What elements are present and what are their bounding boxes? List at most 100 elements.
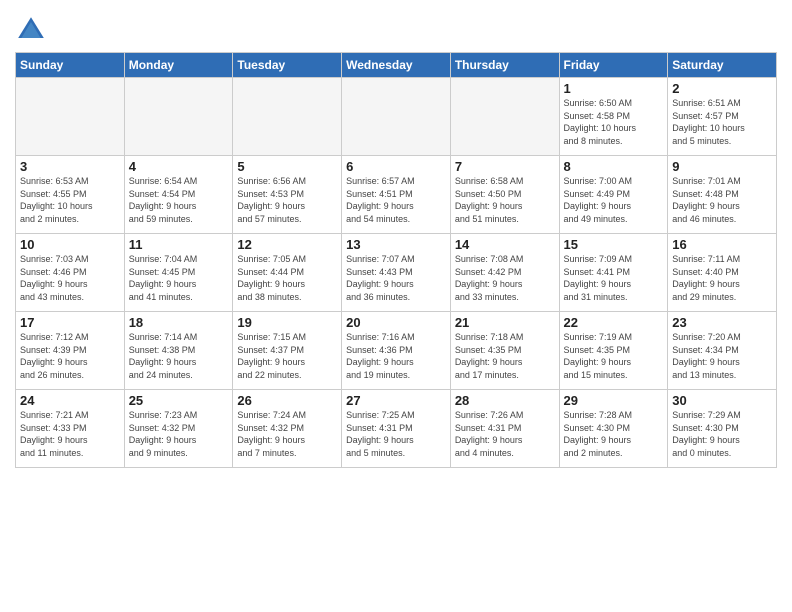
calendar-cell: [342, 78, 451, 156]
day-number: 23: [672, 315, 772, 330]
calendar-cell: 8Sunrise: 7:00 AM Sunset: 4:49 PM Daylig…: [559, 156, 668, 234]
calendar-cell: 27Sunrise: 7:25 AM Sunset: 4:31 PM Dayli…: [342, 390, 451, 468]
day-info: Sunrise: 7:01 AM Sunset: 4:48 PM Dayligh…: [672, 175, 772, 225]
calendar-cell: [233, 78, 342, 156]
calendar-cell: 23Sunrise: 7:20 AM Sunset: 4:34 PM Dayli…: [668, 312, 777, 390]
day-number: 18: [129, 315, 229, 330]
day-number: 4: [129, 159, 229, 174]
calendar-header-saturday: Saturday: [668, 53, 777, 78]
calendar-cell: 20Sunrise: 7:16 AM Sunset: 4:36 PM Dayli…: [342, 312, 451, 390]
calendar-cell: 22Sunrise: 7:19 AM Sunset: 4:35 PM Dayli…: [559, 312, 668, 390]
calendar-header-row: SundayMondayTuesdayWednesdayThursdayFrid…: [16, 53, 777, 78]
day-number: 29: [564, 393, 664, 408]
day-number: 15: [564, 237, 664, 252]
day-info: Sunrise: 7:07 AM Sunset: 4:43 PM Dayligh…: [346, 253, 446, 303]
day-info: Sunrise: 7:21 AM Sunset: 4:33 PM Dayligh…: [20, 409, 120, 459]
day-number: 8: [564, 159, 664, 174]
day-info: Sunrise: 7:20 AM Sunset: 4:34 PM Dayligh…: [672, 331, 772, 381]
calendar-week-1: 3Sunrise: 6:53 AM Sunset: 4:55 PM Daylig…: [16, 156, 777, 234]
calendar-cell: [16, 78, 125, 156]
calendar-cell: 13Sunrise: 7:07 AM Sunset: 4:43 PM Dayli…: [342, 234, 451, 312]
day-number: 20: [346, 315, 446, 330]
calendar-cell: 18Sunrise: 7:14 AM Sunset: 4:38 PM Dayli…: [124, 312, 233, 390]
day-number: 1: [564, 81, 664, 96]
calendar-cell: [450, 78, 559, 156]
day-info: Sunrise: 7:00 AM Sunset: 4:49 PM Dayligh…: [564, 175, 664, 225]
calendar-cell: 28Sunrise: 7:26 AM Sunset: 4:31 PM Dayli…: [450, 390, 559, 468]
day-number: 6: [346, 159, 446, 174]
day-info: Sunrise: 7:28 AM Sunset: 4:30 PM Dayligh…: [564, 409, 664, 459]
day-number: 10: [20, 237, 120, 252]
day-number: 3: [20, 159, 120, 174]
day-info: Sunrise: 7:04 AM Sunset: 4:45 PM Dayligh…: [129, 253, 229, 303]
calendar-cell: 12Sunrise: 7:05 AM Sunset: 4:44 PM Dayli…: [233, 234, 342, 312]
calendar-cell: 16Sunrise: 7:11 AM Sunset: 4:40 PM Dayli…: [668, 234, 777, 312]
day-number: 11: [129, 237, 229, 252]
calendar-cell: 26Sunrise: 7:24 AM Sunset: 4:32 PM Dayli…: [233, 390, 342, 468]
day-number: 21: [455, 315, 555, 330]
calendar-cell: 10Sunrise: 7:03 AM Sunset: 4:46 PM Dayli…: [16, 234, 125, 312]
day-number: 16: [672, 237, 772, 252]
calendar-header-tuesday: Tuesday: [233, 53, 342, 78]
calendar-cell: 9Sunrise: 7:01 AM Sunset: 4:48 PM Daylig…: [668, 156, 777, 234]
day-info: Sunrise: 7:15 AM Sunset: 4:37 PM Dayligh…: [237, 331, 337, 381]
day-info: Sunrise: 7:05 AM Sunset: 4:44 PM Dayligh…: [237, 253, 337, 303]
day-number: 28: [455, 393, 555, 408]
day-number: 22: [564, 315, 664, 330]
calendar-week-2: 10Sunrise: 7:03 AM Sunset: 4:46 PM Dayli…: [16, 234, 777, 312]
day-info: Sunrise: 7:16 AM Sunset: 4:36 PM Dayligh…: [346, 331, 446, 381]
calendar-header-monday: Monday: [124, 53, 233, 78]
day-number: 24: [20, 393, 120, 408]
day-info: Sunrise: 7:25 AM Sunset: 4:31 PM Dayligh…: [346, 409, 446, 459]
day-info: Sunrise: 7:12 AM Sunset: 4:39 PM Dayligh…: [20, 331, 120, 381]
day-number: 14: [455, 237, 555, 252]
day-number: 27: [346, 393, 446, 408]
day-number: 26: [237, 393, 337, 408]
day-info: Sunrise: 7:19 AM Sunset: 4:35 PM Dayligh…: [564, 331, 664, 381]
day-info: Sunrise: 7:24 AM Sunset: 4:32 PM Dayligh…: [237, 409, 337, 459]
calendar-header-friday: Friday: [559, 53, 668, 78]
calendar-week-0: 1Sunrise: 6:50 AM Sunset: 4:58 PM Daylig…: [16, 78, 777, 156]
day-info: Sunrise: 7:29 AM Sunset: 4:30 PM Dayligh…: [672, 409, 772, 459]
day-info: Sunrise: 6:51 AM Sunset: 4:57 PM Dayligh…: [672, 97, 772, 147]
calendar-cell: 7Sunrise: 6:58 AM Sunset: 4:50 PM Daylig…: [450, 156, 559, 234]
calendar-header-wednesday: Wednesday: [342, 53, 451, 78]
calendar-cell: 24Sunrise: 7:21 AM Sunset: 4:33 PM Dayli…: [16, 390, 125, 468]
calendar-header-sunday: Sunday: [16, 53, 125, 78]
header: [15, 10, 777, 46]
calendar-cell: [124, 78, 233, 156]
day-info: Sunrise: 7:23 AM Sunset: 4:32 PM Dayligh…: [129, 409, 229, 459]
day-number: 30: [672, 393, 772, 408]
day-info: Sunrise: 6:54 AM Sunset: 4:54 PM Dayligh…: [129, 175, 229, 225]
day-info: Sunrise: 7:18 AM Sunset: 4:35 PM Dayligh…: [455, 331, 555, 381]
calendar-cell: 5Sunrise: 6:56 AM Sunset: 4:53 PM Daylig…: [233, 156, 342, 234]
day-info: Sunrise: 7:03 AM Sunset: 4:46 PM Dayligh…: [20, 253, 120, 303]
calendar-cell: 15Sunrise: 7:09 AM Sunset: 4:41 PM Dayli…: [559, 234, 668, 312]
logo: [15, 14, 50, 46]
day-info: Sunrise: 6:53 AM Sunset: 4:55 PM Dayligh…: [20, 175, 120, 225]
calendar-cell: 2Sunrise: 6:51 AM Sunset: 4:57 PM Daylig…: [668, 78, 777, 156]
calendar-cell: 30Sunrise: 7:29 AM Sunset: 4:30 PM Dayli…: [668, 390, 777, 468]
calendar-cell: 29Sunrise: 7:28 AM Sunset: 4:30 PM Dayli…: [559, 390, 668, 468]
calendar-cell: 3Sunrise: 6:53 AM Sunset: 4:55 PM Daylig…: [16, 156, 125, 234]
calendar-cell: 25Sunrise: 7:23 AM Sunset: 4:32 PM Dayli…: [124, 390, 233, 468]
calendar-cell: 11Sunrise: 7:04 AM Sunset: 4:45 PM Dayli…: [124, 234, 233, 312]
day-number: 9: [672, 159, 772, 174]
day-number: 5: [237, 159, 337, 174]
calendar-cell: 19Sunrise: 7:15 AM Sunset: 4:37 PM Dayli…: [233, 312, 342, 390]
calendar-cell: 14Sunrise: 7:08 AM Sunset: 4:42 PM Dayli…: [450, 234, 559, 312]
day-info: Sunrise: 6:57 AM Sunset: 4:51 PM Dayligh…: [346, 175, 446, 225]
calendar-week-4: 24Sunrise: 7:21 AM Sunset: 4:33 PM Dayli…: [16, 390, 777, 468]
calendar-cell: 1Sunrise: 6:50 AM Sunset: 4:58 PM Daylig…: [559, 78, 668, 156]
day-number: 2: [672, 81, 772, 96]
logo-icon: [15, 14, 47, 46]
day-info: Sunrise: 7:11 AM Sunset: 4:40 PM Dayligh…: [672, 253, 772, 303]
calendar-header-thursday: Thursday: [450, 53, 559, 78]
calendar-cell: 6Sunrise: 6:57 AM Sunset: 4:51 PM Daylig…: [342, 156, 451, 234]
day-number: 7: [455, 159, 555, 174]
day-number: 19: [237, 315, 337, 330]
day-info: Sunrise: 6:56 AM Sunset: 4:53 PM Dayligh…: [237, 175, 337, 225]
day-number: 17: [20, 315, 120, 330]
day-info: Sunrise: 7:09 AM Sunset: 4:41 PM Dayligh…: [564, 253, 664, 303]
day-info: Sunrise: 7:26 AM Sunset: 4:31 PM Dayligh…: [455, 409, 555, 459]
